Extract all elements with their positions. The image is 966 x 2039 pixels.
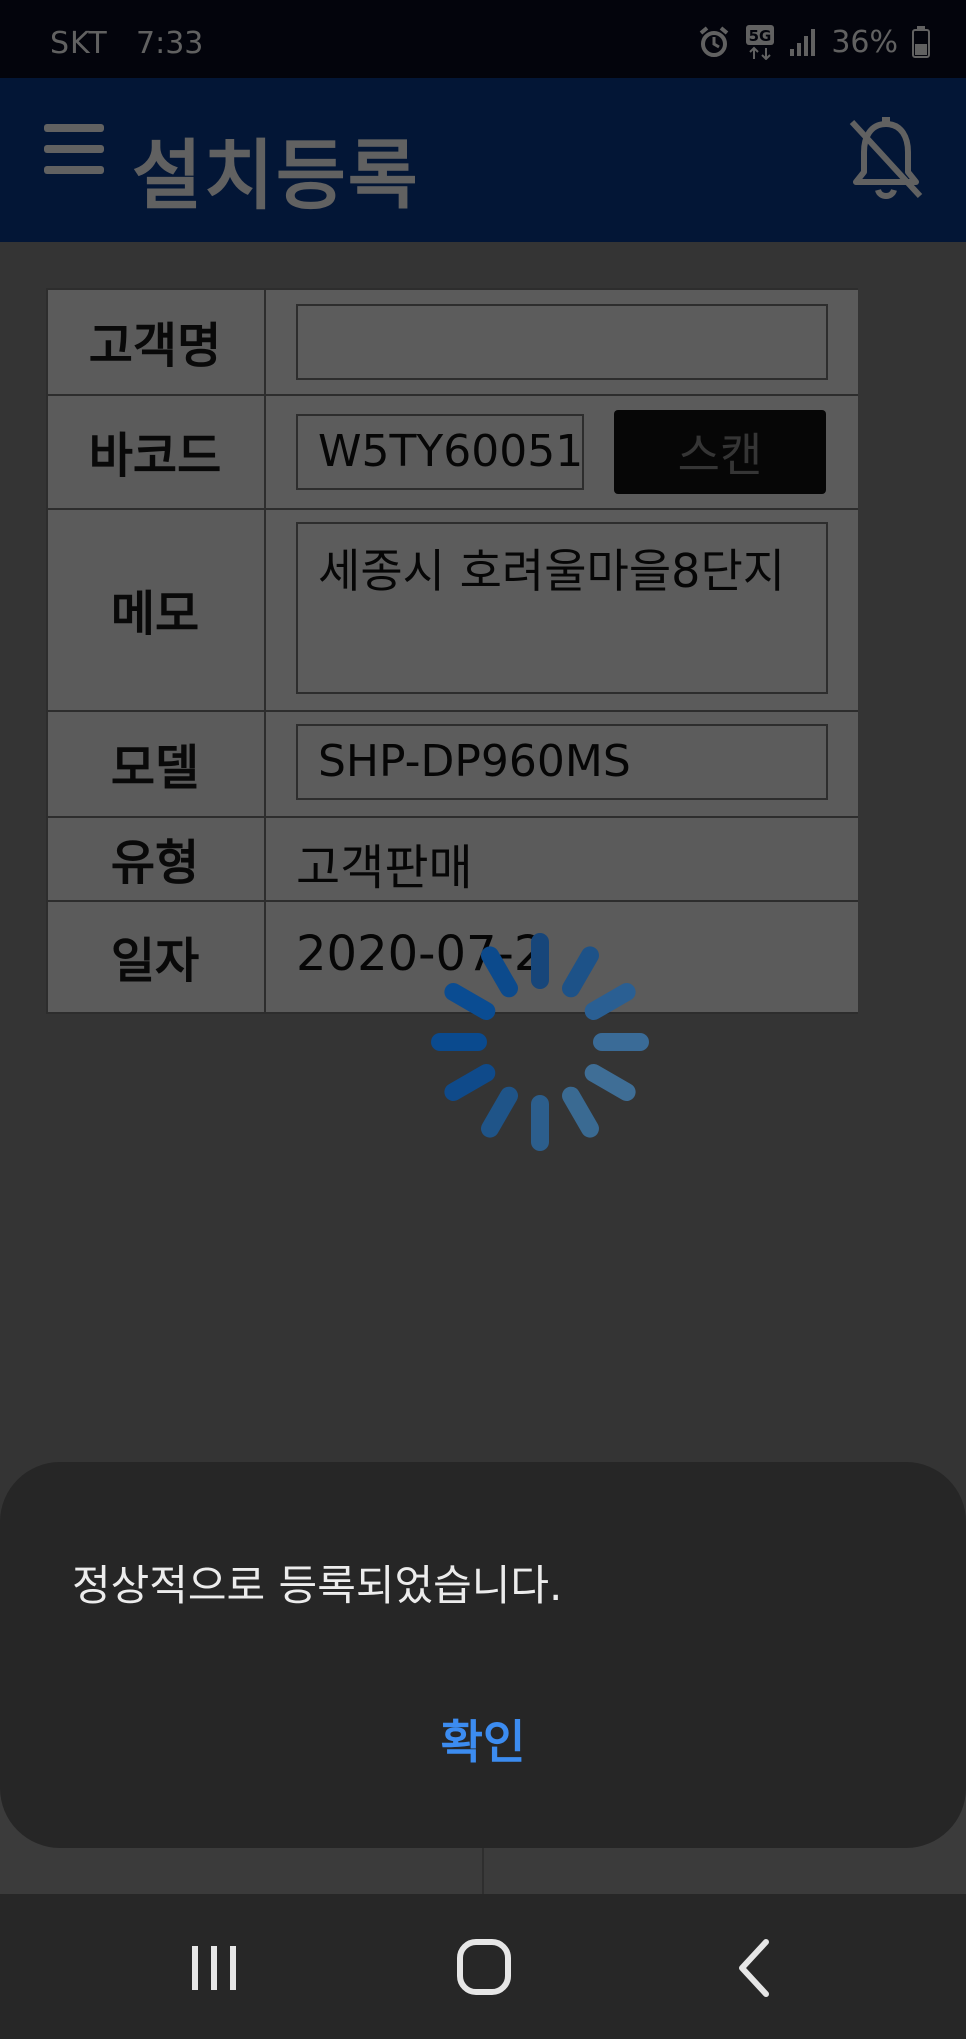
app-bar: 설치등록 [0, 78, 966, 242]
model-row: 모델 SHP-DP960MS [46, 710, 858, 818]
memo-row: 메모 세종시 호려울마을8단지 [46, 508, 858, 712]
model-label: 모델 [46, 710, 266, 816]
type-value: 고객판매 [296, 840, 473, 896]
confirm-button[interactable]: 확인 [383, 1702, 583, 1782]
signal-icon [790, 29, 816, 56]
status-icons: 5G 36% [697, 24, 930, 60]
customer-row: 고객명 [46, 288, 858, 396]
battery-icon [912, 26, 930, 58]
status-bar: SKT 7:33 5G 36% [0, 0, 966, 78]
install-form: 고객명 바코드 W5TY60051 스캔 메모 세종시 호려울마을8단지 모델 … [46, 288, 858, 1014]
scan-button[interactable]: 스캔 [614, 410, 826, 494]
home-icon[interactable] [444, 1934, 524, 2004]
date-label: 일자 [46, 900, 266, 1012]
menu-icon[interactable] [44, 124, 104, 184]
page-title: 설치등록 [132, 131, 420, 220]
barcode-row: 바코드 W5TY60051 스캔 [46, 394, 858, 510]
memo-label: 메모 [46, 508, 266, 710]
system-nav-bar [0, 1894, 966, 2039]
barcode-label: 바코드 [46, 394, 266, 508]
type-label: 유형 [46, 816, 266, 900]
status-time: 7:33 [136, 26, 204, 61]
5g-icon: 5G [746, 25, 775, 60]
svg-text:5G: 5G [749, 27, 772, 45]
back-icon[interactable] [716, 1934, 796, 2004]
dialog-message: 정상적으로 등록되었습니다. [72, 1561, 563, 1610]
confirmation-dialog: 정상적으로 등록되었습니다. 확인 [0, 1462, 966, 1848]
customer-label: 고객명 [46, 288, 266, 394]
bell-off-icon[interactable] [846, 114, 926, 204]
alarm-icon [700, 26, 729, 57]
recent-apps-icon[interactable] [174, 1934, 254, 2004]
customer-input[interactable] [296, 304, 828, 380]
barcode-input[interactable]: W5TY60051 [296, 414, 584, 490]
memo-textarea[interactable]: 세종시 호려울마을8단지 [296, 522, 828, 694]
battery-percent: 36% [831, 24, 898, 60]
loading-spinner-icon [431, 933, 649, 1151]
model-input[interactable]: SHP-DP960MS [296, 724, 828, 800]
carrier-name: SKT [50, 26, 108, 61]
type-row: 유형 고객판매 [46, 816, 858, 902]
